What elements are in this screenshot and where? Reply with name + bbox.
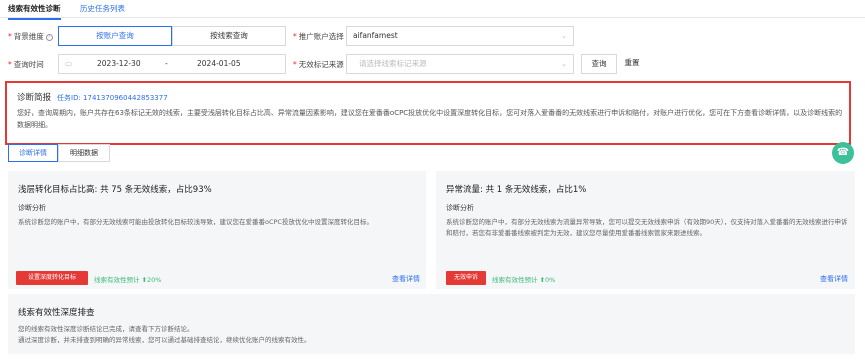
account-label: * 推广账户选择 — [293, 32, 344, 41]
task-id: 任务ID: 1741370960442853377 — [57, 94, 168, 102]
view-details-link[interactable]: 查看详情 — [392, 274, 420, 284]
tab-history-tasks[interactable]: 历史任务列表 — [80, 3, 125, 14]
card-description: 系统诊断您的账户中，有部分无效线索可能由投放转化目标较浅导致，建议您在爱番番oC… — [18, 218, 373, 226]
chevron-down-icon: ⌄ — [561, 60, 567, 68]
card-line-1: 您的线索有效性深度诊断结论已完成，请查看下方诊断结论。 — [18, 325, 194, 333]
reason-label: * 无效标记来源 — [293, 60, 344, 69]
tab-lead-diagnosis[interactable]: 线索有效性诊断 — [8, 3, 61, 20]
card-shallow-conversion: 浅层转化目标占比高: 共 75 条无效线索，占比93% 诊断分析 系统诊断您的账… — [8, 171, 426, 289]
card-line-2: 通过深度诊断，并未排查到明确的异常线索，您可以通过基础排查结论，继续优化账户的线… — [18, 336, 311, 344]
tab-diagnosis-detail[interactable]: 诊断详情 — [8, 144, 58, 162]
reason-select[interactable]: 请选择线索标记来源 ⌄ — [346, 54, 574, 74]
diagnosis-report: 诊断简报 任务ID: 1741370960442853377 您好，查询周期内，账… — [5, 81, 851, 145]
query-button[interactable]: 查询 — [581, 54, 617, 74]
card-description: 系统诊断您的账户中，有部分无效线索为流量异常导致，您可以提交无效线索申诉（有效期… — [446, 218, 848, 237]
chevron-down-icon: ⌄ — [561, 32, 567, 40]
calendar-icon: ▭ — [65, 59, 73, 68]
set-deep-conversion-button[interactable]: 设置深度转化目标 — [16, 271, 88, 285]
card-deep-investigation: 线索有效性深度排查 您的线索有效性深度诊断结论已完成，请查看下方诊断结论。 通过… — [8, 294, 855, 354]
card-abnormal-traffic: 异常流量: 共 1 条无效线索，占比1% 诊断分析 系统诊断您的账户中，有部分无… — [436, 171, 855, 289]
reset-button[interactable]: 重置 — [618, 54, 646, 74]
time-label: * 查询时间 — [8, 60, 44, 69]
dimension-label: * 背景维度? — [8, 31, 53, 42]
card-title: 异常流量: 共 1 条无效线索，占比1% — [446, 185, 587, 195]
invalid-appeal-button[interactable]: 无效申诉 — [446, 271, 486, 285]
help-icon[interactable]: ? — [45, 33, 53, 41]
account-select[interactable]: aifanfamest ⌄ — [346, 26, 574, 46]
end-date: 2024-01-05 — [197, 59, 241, 68]
date-range-picker[interactable]: ▭ 2023-12-30 - 2024-01-05 — [58, 54, 286, 74]
tab-detail-data[interactable]: 明细数据 — [58, 144, 110, 162]
card-subtitle: 诊断分析 — [18, 204, 46, 212]
query-by-lead-option[interactable]: 按线索查询 — [172, 26, 286, 46]
card-title: 浅层转化目标占比高: 共 75 条无效线索，占比93% — [18, 185, 212, 195]
top-tab-bar: 线索有效性诊断 历史任务列表 — [0, 0, 865, 20]
date-separator: - — [165, 59, 168, 68]
start-date: 2023-12-30 — [97, 59, 141, 68]
card-subtitle: 诊断分析 — [446, 204, 474, 212]
card-title: 线索有效性深度排查 — [18, 308, 95, 318]
report-title: 诊断简报 任务ID: 1741370960442853377 — [17, 93, 168, 103]
view-details-link[interactable]: 查看详情 — [820, 274, 848, 284]
effect-estimate: 线索有效性预计 ⬆20% — [94, 276, 162, 284]
effect-estimate: 线索有效性预计 ⬆0% — [492, 276, 556, 284]
report-body: 您好，查询周期内，账户共存在63条标记无效的线索，主要受浅层转化目标占比高、异常… — [17, 109, 843, 129]
phone-icon[interactable]: ☎ — [832, 142, 854, 164]
query-by-account-option[interactable]: 按账户查询 — [58, 26, 172, 46]
